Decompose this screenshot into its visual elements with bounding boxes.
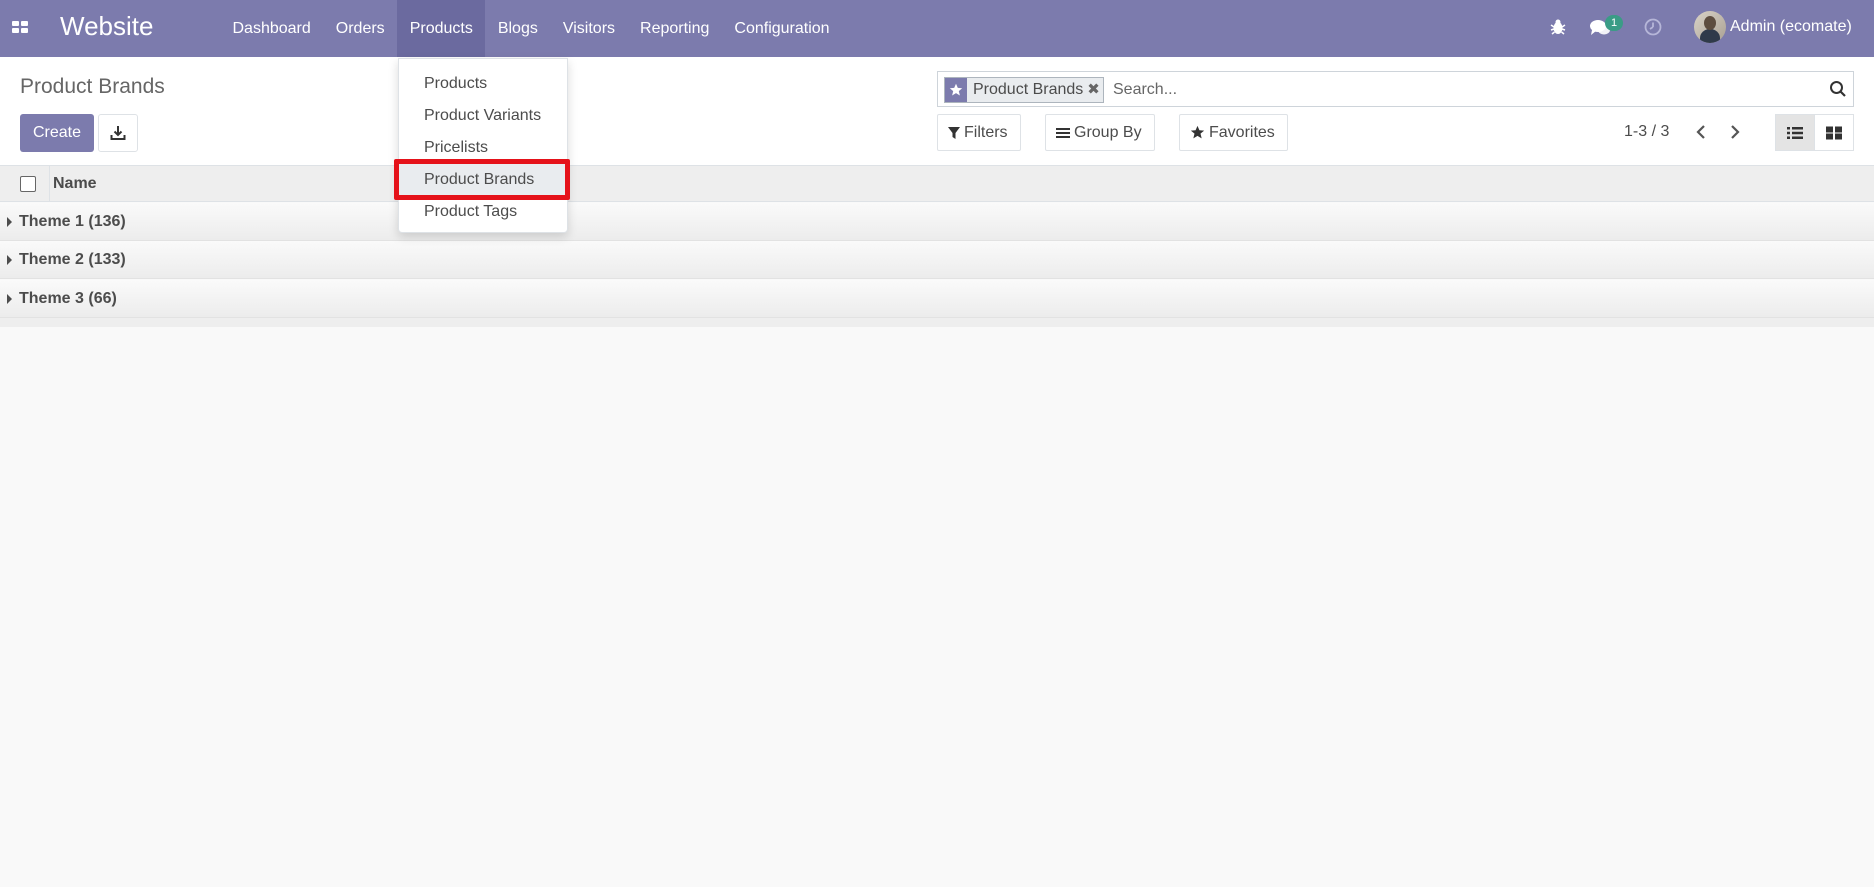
list-view-icon	[1787, 126, 1803, 139]
caret-right-icon	[7, 294, 12, 304]
dropdown-item-products[interactable]: Products	[399, 68, 569, 100]
top-navbar: Website Dashboard Orders Products Blogs …	[0, 0, 1874, 57]
bars-icon	[1056, 127, 1070, 138]
app-brand[interactable]: Website	[60, 11, 153, 42]
pager-value[interactable]: 1-3 / 3	[1624, 123, 1669, 141]
view-switcher	[1775, 114, 1854, 151]
column-header-name[interactable]: Name	[53, 175, 97, 193]
search-input[interactable]	[1113, 77, 1813, 103]
menu-dashboard[interactable]: Dashboard	[220, 0, 323, 57]
chat-badge: 1	[1605, 15, 1623, 31]
list-header: Name	[0, 166, 1874, 202]
chevron-left-icon[interactable]	[1693, 122, 1709, 142]
filter-icon	[948, 126, 960, 139]
group-by-label: Group By	[1074, 123, 1142, 141]
control-panel: Product Brands Create Product Brands ✖ F…	[0, 57, 1874, 166]
menu-blogs[interactable]: Blogs	[485, 0, 550, 57]
clock-icon[interactable]	[1643, 17, 1663, 37]
products-dropdown-menu: Products Product Variants Pricelists Pro…	[398, 58, 569, 233]
group-by-button[interactable]: Group By	[1045, 114, 1155, 151]
kanban-view-icon	[1826, 126, 1842, 139]
column-separator	[49, 166, 50, 202]
list-footer	[0, 318, 1874, 327]
dropdown-item-product-variants[interactable]: Product Variants	[399, 100, 569, 132]
user-avatar[interactable]	[1694, 11, 1726, 43]
group-label: Theme 3 (66)	[19, 290, 117, 307]
dropdown-item-pricelists[interactable]: Pricelists	[399, 132, 569, 164]
favorites-label: Favorites	[1209, 123, 1275, 141]
favorites-button[interactable]: Favorites	[1179, 114, 1288, 151]
filters-button[interactable]: Filters	[937, 114, 1021, 151]
bug-icon[interactable]	[1548, 17, 1568, 37]
star-icon	[945, 78, 967, 102]
search-box: Product Brands ✖	[937, 71, 1854, 107]
chevron-right-icon[interactable]	[1727, 122, 1743, 142]
star-icon	[1190, 125, 1205, 139]
user-name[interactable]: Admin (ecomate)	[1730, 18, 1852, 36]
group-row[interactable]: Theme 2 (133)	[0, 241, 1874, 279]
page-title: Product Brands	[20, 75, 165, 98]
group-label: Theme 1 (136)	[19, 213, 126, 230]
group-label: Theme 2 (133)	[19, 251, 126, 268]
select-all-checkbox[interactable]	[20, 176, 36, 192]
filters-label: Filters	[964, 123, 1008, 141]
kanban-view-button[interactable]	[1814, 115, 1853, 150]
caret-right-icon	[7, 255, 12, 265]
download-icon	[110, 126, 126, 140]
create-button[interactable]: Create	[20, 114, 94, 152]
facet-remove-icon[interactable]: ✖	[1087, 78, 1103, 102]
search-facet-label: Product Brands	[973, 81, 1084, 98]
apps-grid-icon[interactable]	[10, 17, 30, 37]
search-icon[interactable]	[1829, 80, 1847, 98]
menu-visitors[interactable]: Visitors	[550, 0, 627, 57]
menu-configuration[interactable]: Configuration	[722, 0, 842, 57]
menu-reporting[interactable]: Reporting	[628, 0, 722, 57]
group-row[interactable]: Theme 1 (136)	[0, 203, 1874, 241]
list-view-button[interactable]	[1776, 115, 1814, 150]
download-button[interactable]	[98, 114, 138, 152]
search-facet: Product Brands ✖	[944, 77, 1105, 103]
dropdown-item-product-brands[interactable]: Product Brands	[399, 164, 569, 196]
group-row[interactable]: Theme 3 (66)	[0, 280, 1874, 318]
menu-products[interactable]: Products	[397, 0, 486, 57]
main-menu: Dashboard Orders Products Blogs Visitors…	[220, 0, 842, 57]
caret-right-icon	[7, 217, 12, 227]
dropdown-item-product-tags[interactable]: Product Tags	[399, 196, 569, 228]
menu-orders[interactable]: Orders	[323, 0, 397, 57]
